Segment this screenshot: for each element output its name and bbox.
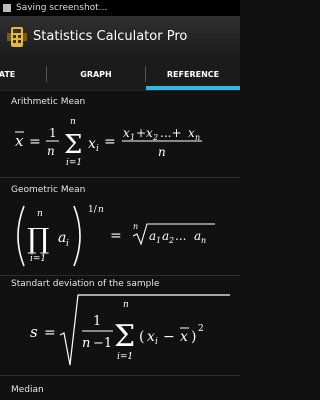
svg-text:Σ: Σ xyxy=(114,319,135,354)
svg-text:s: s xyxy=(30,323,38,341)
svg-text:n: n xyxy=(98,205,104,215)
svg-text:i=1: i=1 xyxy=(30,254,46,264)
svg-text:n: n xyxy=(201,236,206,245)
svg-text:n: n xyxy=(70,117,76,127)
svg-text:2: 2 xyxy=(168,236,174,245)
svg-text:): ) xyxy=(191,329,196,345)
svg-text:x: x xyxy=(146,126,153,140)
svg-text:Σ: Σ xyxy=(64,130,82,160)
svg-text:=: = xyxy=(110,228,122,244)
tab-label: ATE xyxy=(0,69,16,79)
svg-text:2: 2 xyxy=(198,324,204,334)
svg-text:=: = xyxy=(44,325,56,341)
svg-text:n: n xyxy=(37,209,43,219)
svg-text:+: + xyxy=(136,126,146,140)
svg-text:x: x xyxy=(123,126,130,140)
svg-text:n: n xyxy=(123,300,129,310)
divider xyxy=(0,275,240,276)
svg-text:−: − xyxy=(163,329,175,345)
divider xyxy=(0,375,240,376)
screenshot-icon xyxy=(3,4,11,12)
svg-text:n: n xyxy=(133,222,138,231)
svg-text:∏: ∏ xyxy=(27,222,49,255)
tab-label: GRAPH xyxy=(80,69,112,79)
svg-text:i=1: i=1 xyxy=(66,158,82,168)
svg-text:1: 1 xyxy=(93,314,101,329)
svg-text:1/: 1/ xyxy=(88,205,98,215)
section-title-standard-deviation: Standart deviation of the sample xyxy=(11,279,160,289)
tab-graph[interactable]: GRAPH xyxy=(47,57,145,91)
reference-content[interactable]: Arithmetic Mean x = 1 n n Σ i=1 x i = x … xyxy=(0,91,240,400)
formula-arithmetic-mean: x = 1 n n Σ i=1 x i = x 1 + x 2 ...+ x n… xyxy=(0,111,240,171)
tab-calculate[interactable]: ATE xyxy=(0,57,22,91)
svg-text:x: x xyxy=(147,329,155,345)
svg-text:n: n xyxy=(47,144,55,158)
svg-text:...: ... xyxy=(175,229,186,243)
svg-text:i: i xyxy=(66,239,69,249)
action-bar: Statistics Calculator Pro xyxy=(0,16,240,57)
app-title: Statistics Calculator Pro xyxy=(33,29,188,44)
svg-text:i: i xyxy=(155,337,158,347)
svg-text:...+: ...+ xyxy=(160,126,182,140)
formula-standard-deviation: s = 1 n −1 n Σ i=1 ( x i − x ) 2 xyxy=(0,291,240,373)
tab-bar: ATE GRAPH REFERENCE xyxy=(0,57,240,91)
calculator-icon xyxy=(6,25,28,49)
svg-text:(: ( xyxy=(139,329,144,345)
svg-text:=: = xyxy=(104,134,116,150)
svg-text:i=1: i=1 xyxy=(117,352,133,362)
section-title-geometric-mean: Geometric Mean xyxy=(11,185,86,195)
svg-text:n: n xyxy=(82,336,90,351)
section-title-median: Median xyxy=(11,385,44,395)
svg-text:i: i xyxy=(96,144,99,154)
formula-geometric-mean: n ∏ i=1 a i 1/ n = n a 1 a 2 ... a n xyxy=(0,198,240,276)
tab-label: REFERENCE xyxy=(166,69,220,79)
divider xyxy=(0,177,240,178)
svg-text:−1: −1 xyxy=(93,336,112,351)
svg-text:x: x xyxy=(180,329,188,345)
svg-text:x: x xyxy=(188,126,195,140)
svg-text:x: x xyxy=(88,136,96,152)
svg-text:n: n xyxy=(158,145,166,159)
status-bar: Saving screenshot... xyxy=(0,0,240,16)
svg-text:x: x xyxy=(15,132,24,150)
section-title-arithmetic-mean: Arithmetic Mean xyxy=(11,97,86,107)
svg-text:=: = xyxy=(29,134,41,150)
status-notification-text: Saving screenshot... xyxy=(16,3,108,13)
svg-text:1: 1 xyxy=(49,126,57,140)
active-tab-indicator xyxy=(146,86,240,90)
svg-text:1: 1 xyxy=(156,236,161,245)
